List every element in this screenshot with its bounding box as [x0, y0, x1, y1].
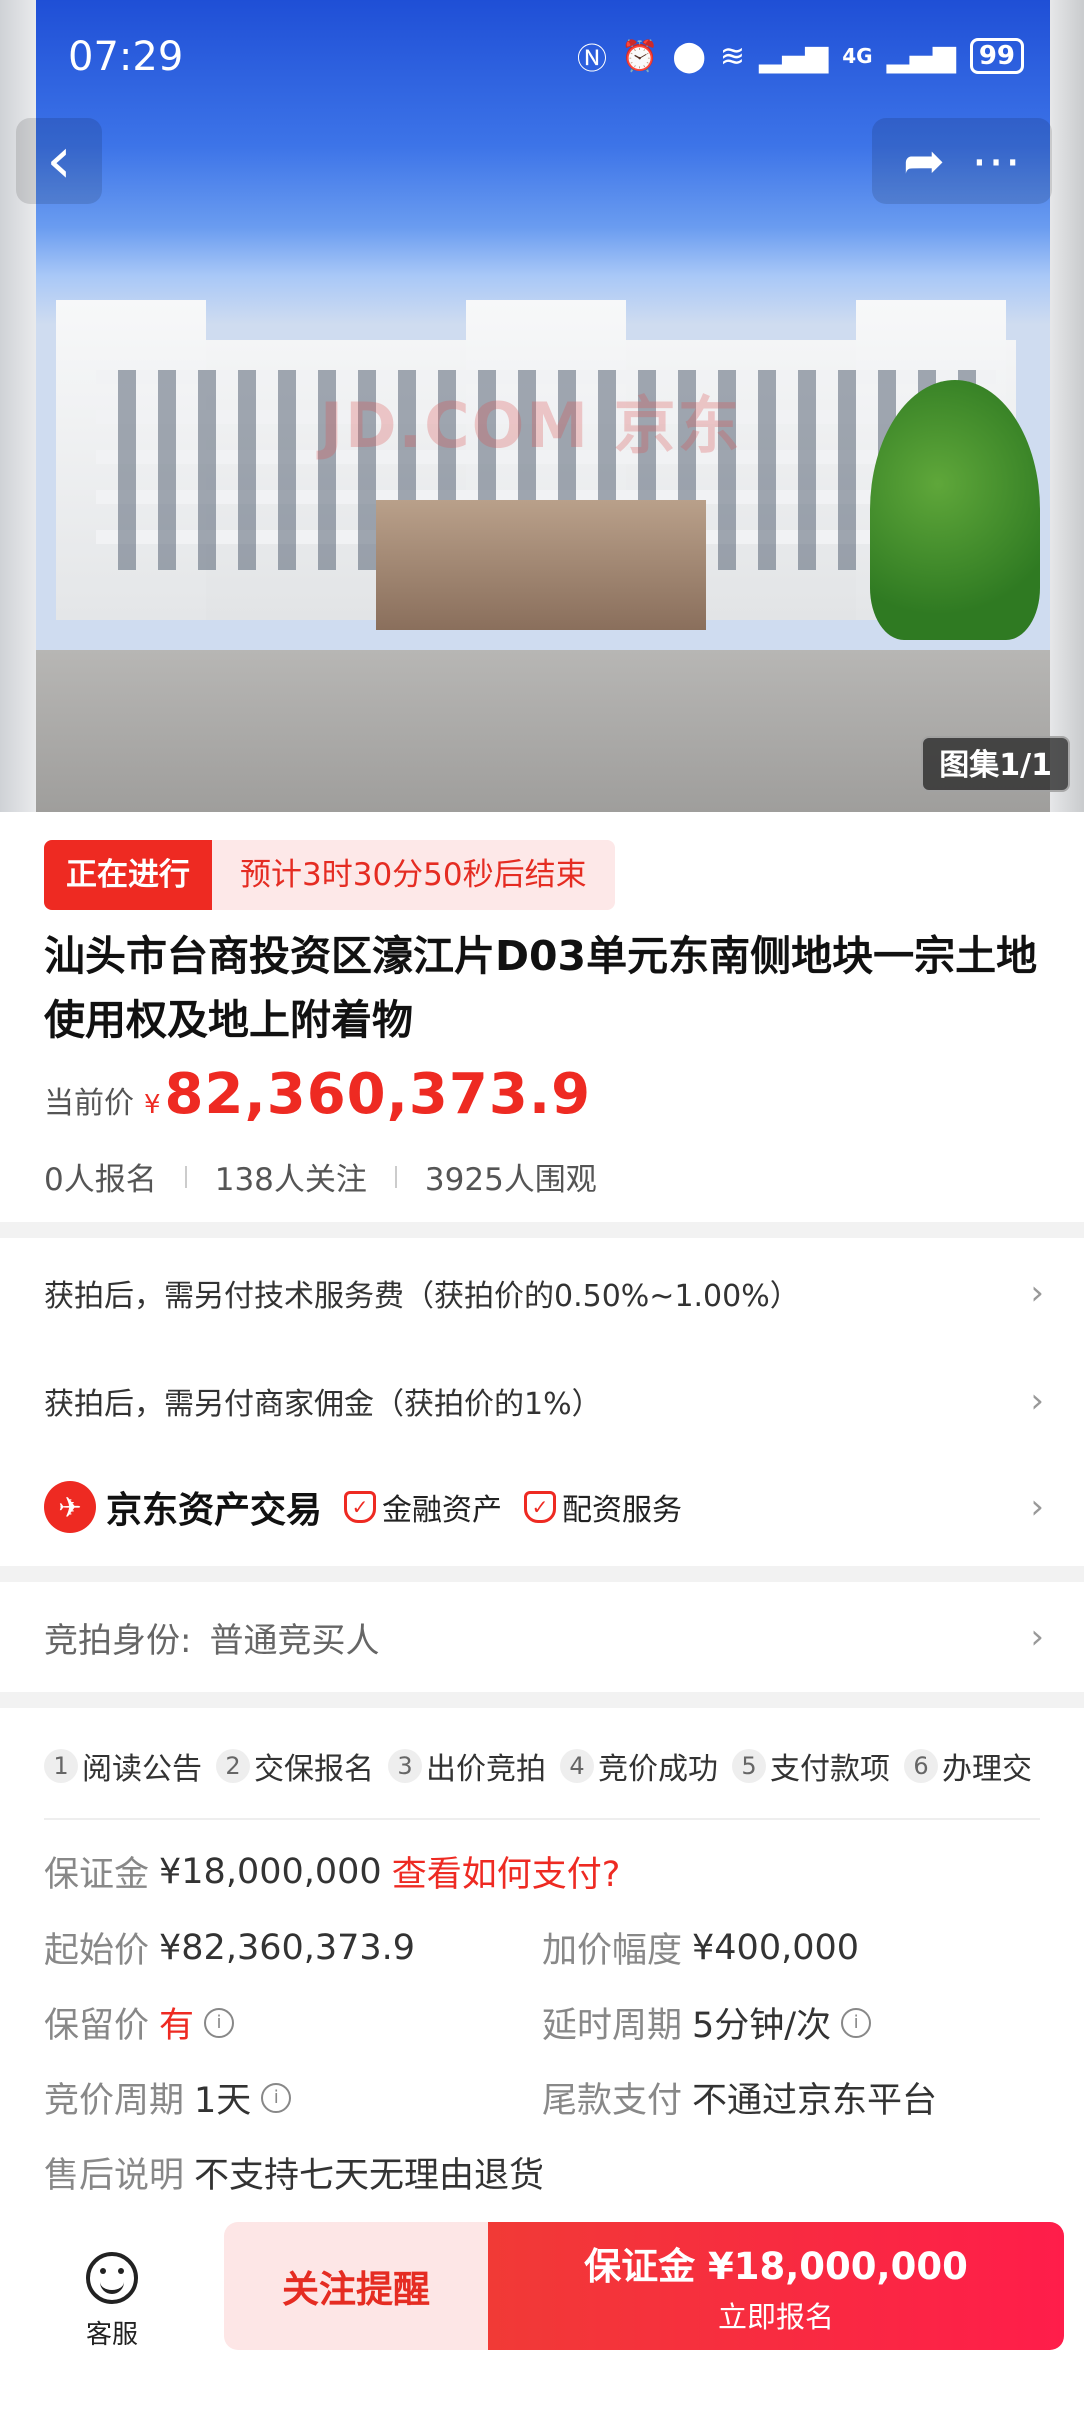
auction-stats: 0人报名 138人关注 3925人围观	[44, 1154, 597, 1199]
chevron-right-icon: ›	[1030, 1273, 1044, 1313]
wifi-icon: ≋	[719, 38, 746, 74]
start-price-row: 起始价 ¥82,360,373.9	[44, 1927, 416, 1972]
smiley-service-icon	[86, 2252, 138, 2304]
viewer-count: 3925人围观	[424, 1162, 597, 1198]
step-item: 4 竞价成功	[560, 1744, 718, 1788]
platform-tag: ✓ 金融资产	[344, 1485, 502, 1529]
platform-tag: ✓ 配资服务	[524, 1485, 682, 1529]
info-icon[interactable]: i	[204, 2007, 235, 2038]
signal-icon: ▂▄▆	[759, 38, 829, 74]
currency-symbol: ¥	[144, 1090, 161, 1120]
platform-name: 京东资产交易	[106, 1490, 323, 1531]
chevron-right-icon: ›	[1030, 1617, 1044, 1657]
auction-title: 汕头市台商投资区濠江片D03单元东南侧地块一宗土地使用权及地上附着物	[44, 932, 1038, 1044]
delay-value: 5分钟/次	[692, 2006, 832, 2046]
register-button[interactable]: 保证金 ¥18,000,000 立即报名	[488, 2222, 1064, 2350]
status-time: 07:29	[68, 34, 184, 80]
status-bar: 07:29 Ⓝ ⏰ ⬤ ≋ ▂▄▆ 4G ▂▄▆ 99	[0, 0, 1084, 110]
after-sale-row: 售后说明 不支持七天无理由退货	[44, 2147, 544, 2198]
price-label: 当前价	[44, 1086, 134, 1121]
back-button[interactable]: ‹	[16, 118, 102, 204]
step-item: 5 支付款项	[732, 1744, 890, 1788]
after-sale-value: 不支持七天无理由退货	[194, 2156, 545, 2196]
reserve-value: 有	[159, 2006, 195, 2046]
auction-info: 正在进行 预计3时30分50秒后结束 汕头市台商投资区濠江片D03单元东南侧地块…	[0, 812, 1084, 1222]
top-actions: ➦ ⋯	[872, 118, 1052, 204]
delay-row: 延时周期 5分钟/次 i	[542, 1997, 872, 2048]
increment-row: 加价幅度 ¥400,000	[542, 1927, 860, 1972]
shield-check-icon: ✓	[344, 1491, 377, 1523]
chevron-right-icon: ›	[1030, 1487, 1044, 1527]
step-item: 1 阅读公告	[44, 1744, 202, 1788]
chevron-right-icon: ›	[1030, 1381, 1044, 1421]
bid-cycle-row: 竞价周期 1天 i	[44, 2072, 292, 2123]
deposit-row: 保证金 ¥18,000,000 查看如何支付?	[44, 1846, 620, 1897]
nfc-icon: Ⓝ	[576, 42, 607, 77]
register-deposit-text: 保证金 ¥18,000,000	[584, 2245, 968, 2288]
reserve-price-row: 保留价 有 i	[44, 1997, 235, 2048]
auction-details: 1 阅读公告 2 交保报名 3 出价竞拍 4 竞价成功 5 支付款项 6 办理交 保证金 ¥…	[0, 1708, 1084, 2222]
final-payment-value: 不通过京东平台	[692, 2081, 938, 2121]
shield-check-icon: ✓	[524, 1491, 557, 1523]
follow-reminder-button[interactable]: 关注提醒	[224, 2222, 488, 2350]
commission-row[interactable]: 获拍后，需另付商家佣金（获拍价的1%） ›	[44, 1366, 1044, 1436]
process-steps[interactable]: 1 阅读公告 2 交保报名 3 出价竞拍 4 竞价成功 5 支付款项 6 办理交	[44, 1744, 1046, 1788]
registration-count: 0人报名	[44, 1162, 157, 1198]
info-icon[interactable]: i	[841, 2007, 872, 2038]
current-price: 当前价 ¥ 82,360,373.9	[44, 1062, 591, 1127]
watermark: JD.COM 京东	[320, 389, 742, 462]
location-icon: ⬤	[672, 38, 706, 74]
countdown-text: 预计3时30分50秒后结束	[212, 840, 615, 910]
identity-row[interactable]: 竞拍身份: 普通竞买人 ›	[44, 1602, 1044, 1672]
jd-logo-icon: ✈	[44, 1481, 96, 1533]
signal-icon-2: ▂▄▆	[886, 38, 956, 74]
bottom-action-bar: 客服 关注提醒 保证金 ¥18,000,000 立即报名	[0, 2222, 1084, 2412]
identity-label: 竞拍身份:	[44, 1620, 192, 1661]
customer-service-button[interactable]: 客服	[60, 2242, 164, 2352]
gallery-counter[interactable]: 图集1/1	[921, 736, 1070, 792]
share-icon[interactable]: ➦	[903, 132, 945, 190]
price-value: 82,360,373.9	[164, 1062, 592, 1127]
info-icon[interactable]: i	[261, 2082, 292, 2113]
follower-count: 138人关注	[214, 1162, 367, 1198]
start-price-value: ¥82,360,373.9	[159, 1927, 416, 1968]
final-payment-row: 尾款支付 不通过京东平台	[542, 2072, 937, 2123]
increment-value: ¥400,000	[692, 1927, 860, 1968]
network-type: 4G	[842, 44, 873, 68]
deposit-value: ¥18,000,000	[159, 1851, 382, 1892]
register-label: 立即报名	[717, 2300, 834, 2334]
step-item: 6 办理交	[904, 1744, 1032, 1788]
service-fee-row[interactable]: 获拍后，需另付技术服务费（获拍价的0.50%~1.00%） ›	[44, 1258, 1044, 1328]
customer-service-label: 客服	[85, 2320, 138, 2350]
identity-section: 竞拍身份: 普通竞买人 ›	[0, 1582, 1084, 1692]
step-item: 2 交保报名	[216, 1744, 374, 1788]
identity-value: 普通竞买人	[209, 1620, 380, 1661]
status-badge-row: 正在进行 预计3时30分50秒后结束	[44, 840, 615, 910]
chevron-left-icon: ‹	[46, 124, 72, 198]
fee-section: 获拍后，需另付技术服务费（获拍价的0.50%~1.00%） › 获拍后，需另付商…	[0, 1238, 1084, 1566]
status-badge: 正在进行	[44, 840, 212, 910]
how-to-pay-link[interactable]: 查看如何支付?	[392, 1846, 621, 1897]
platform-row[interactable]: ✈ 京东资产交易 ✓ 金融资产 ✓ 配资服务 ›	[44, 1472, 1044, 1542]
service-fee-text: 获拍后，需另付技术服务费（获拍价的0.50%~1.00%）	[44, 1279, 800, 1314]
step-item: 3 出价竞拍	[388, 1744, 546, 1788]
alarm-icon: ⏰	[620, 38, 659, 74]
building-photo	[36, 300, 1050, 660]
more-icon[interactable]: ⋯	[971, 132, 1021, 190]
commission-text: 获拍后，需另付商家佣金（获拍价的1%）	[44, 1387, 602, 1422]
battery-icon: 99	[969, 38, 1024, 74]
auction-detail-page: JD.COM 京东 07:29 Ⓝ ⏰ ⬤ ≋ ▂▄▆ 4G ▂▄▆ 99 ‹ …	[0, 0, 1084, 2412]
bid-cycle-value: 1天	[194, 2081, 252, 2121]
